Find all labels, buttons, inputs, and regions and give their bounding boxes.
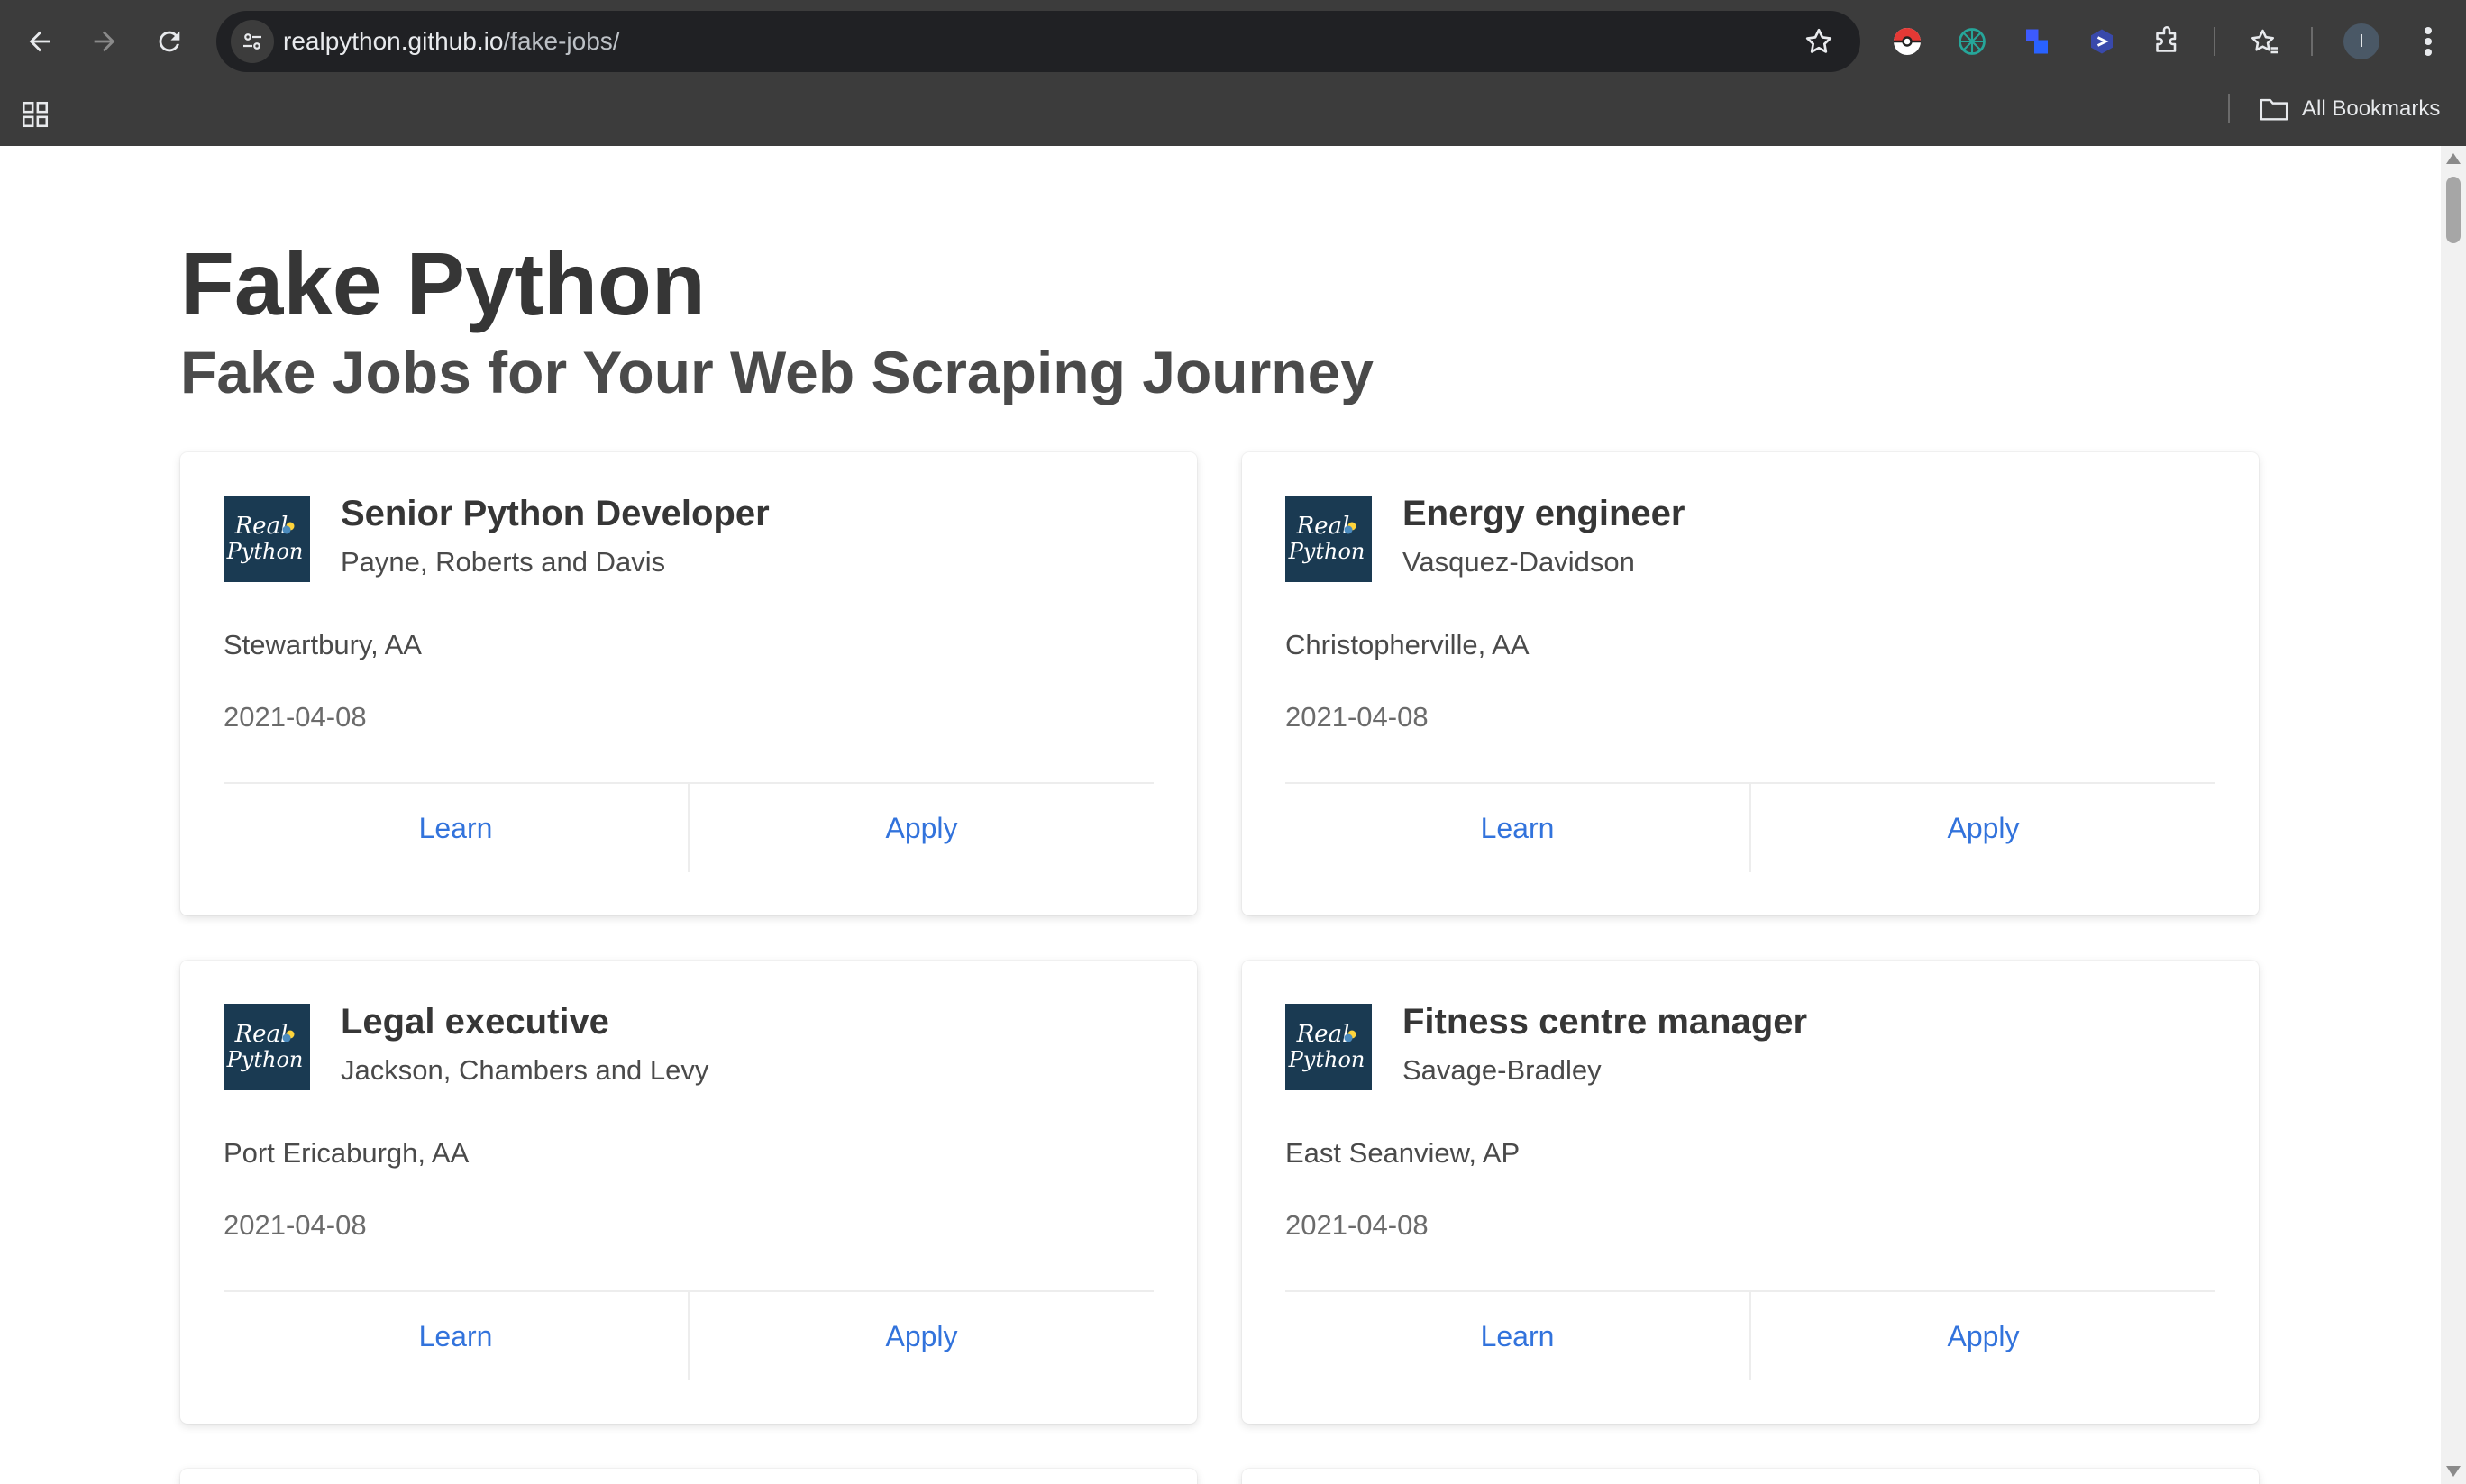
job-location: East Seanview, AP — [1285, 1137, 1521, 1169]
python-dot-blue — [1344, 525, 1353, 534]
python-dot-blue — [1344, 1033, 1353, 1042]
hexagon-extension-icon — [2091, 29, 2113, 54]
logo-text-line2: Python — [226, 1047, 304, 1072]
logo-text-line1: Real — [1296, 513, 1350, 540]
toolbar-divider — [2214, 27, 2215, 56]
url-path: /fake-jobs/ — [503, 27, 620, 55]
all-bookmarks-label: All Bookmarks — [2302, 96, 2441, 121]
folder-icon — [2260, 98, 2288, 121]
learn-link[interactable]: Learn — [1285, 1292, 1749, 1380]
apply-link[interactable]: Apply — [688, 1292, 1154, 1380]
pokeball-extension-button[interactable] — [1889, 22, 1925, 61]
learn-link[interactable]: Learn — [224, 784, 688, 872]
reading-list-button[interactable] — [2246, 22, 2282, 61]
logo-text-line1: Real — [1296, 1021, 1350, 1048]
logo-text-line1: Real — [234, 1021, 288, 1048]
job-title: Legal executive — [341, 1002, 609, 1042]
card-footer: Learn Apply — [1285, 1290, 2215, 1380]
job-card-grid: Real Python Senior Python Developer Payn… — [180, 452, 2259, 1484]
card-footer: Learn Apply — [224, 782, 1154, 872]
posted-date: 2021-04-08 — [1285, 1209, 1429, 1241]
toolbar-divider — [2311, 27, 2313, 56]
job-title: Senior Python Developer — [341, 494, 770, 533]
scroll-down-arrow-icon[interactable] — [2446, 1466, 2461, 1477]
job-location: Port Ericaburgh, AA — [224, 1137, 470, 1169]
company-name: Vasquez-Davidson — [1402, 546, 1635, 578]
page-scrollbar[interactable] — [2441, 146, 2466, 1484]
job-card: Real Python Energy engineer Vasquez-Davi… — [1242, 452, 2259, 915]
logo-text-line2: Python — [226, 539, 304, 564]
url-host: realpython.github.io — [283, 27, 504, 55]
site-settings-button[interactable] — [231, 20, 274, 63]
page-title: Fake Python — [180, 234, 706, 333]
back-arrow-icon — [29, 31, 50, 52]
forward-button[interactable] — [79, 16, 130, 67]
reading-list-icon — [2251, 29, 2278, 54]
job-card-partial — [180, 1469, 1197, 1484]
extensions-button[interactable] — [2149, 22, 2185, 61]
browser-toolbar: realpython.github.io/fake-jobs/ I — [0, 0, 2466, 83]
job-card: Real Python Senior Python Developer Payn… — [180, 452, 1197, 915]
pokeball-extension-icon — [1894, 28, 1921, 55]
all-bookmarks-button[interactable]: All Bookmarks — [2259, 94, 2440, 124]
posted-date: 2021-04-08 — [224, 1209, 367, 1241]
job-location: Stewartbury, AA — [224, 629, 422, 660]
more-menu-icon[interactable] — [2414, 23, 2443, 59]
job-card-partial — [1242, 1469, 2259, 1484]
company-logo: Real Python — [1285, 496, 1372, 582]
learn-link[interactable]: Learn — [224, 1292, 688, 1380]
forward-arrow-icon — [94, 31, 115, 52]
job-card: Real Python Fitness centre manager Savag… — [1242, 961, 2259, 1424]
reload-button[interactable] — [144, 16, 195, 67]
reload-icon — [159, 31, 180, 52]
job-title: Fitness centre manager — [1402, 1002, 1808, 1042]
company-name: Savage-Bradley — [1402, 1054, 1602, 1086]
site-settings-icon — [243, 33, 261, 50]
network-extension-icon — [1959, 28, 1986, 55]
company-logo: Real Python — [224, 1004, 310, 1090]
network-extension-button[interactable] — [1954, 22, 1990, 61]
card-footer: Learn Apply — [1285, 782, 2215, 872]
url-text[interactable]: realpython.github.io/fake-jobs/ — [283, 25, 620, 58]
back-button[interactable] — [14, 16, 65, 67]
browser-chrome: realpython.github.io/fake-jobs/ I All Bo… — [0, 0, 2466, 146]
python-dot-blue — [282, 525, 291, 534]
bookmarks-bar — [0, 83, 2466, 146]
blue-squares-extension-button[interactable] — [2019, 22, 2055, 61]
scroll-up-arrow-icon[interactable] — [2446, 153, 2461, 164]
logo-text-line2: Python — [1288, 1047, 1365, 1072]
job-card: Real Python Legal executive Jackson, Cha… — [180, 961, 1197, 1424]
python-dot-blue — [282, 1033, 291, 1042]
posted-date: 2021-04-08 — [224, 701, 367, 733]
logo-text-line2: Python — [1288, 539, 1365, 564]
hexagon-extension-button[interactable] — [2084, 22, 2120, 61]
profile-avatar[interactable]: I — [2343, 23, 2379, 59]
company-logo: Real Python — [1285, 1004, 1372, 1090]
company-name: Jackson, Chambers and Levy — [341, 1054, 709, 1086]
page-content: Fake Python Fake Jobs for Your Web Scrap… — [0, 146, 2441, 1484]
card-footer: Learn Apply — [224, 1290, 1154, 1380]
job-title: Energy engineer — [1402, 494, 1685, 533]
apply-link[interactable]: Apply — [1749, 784, 2215, 872]
extensions-puzzle-icon — [2156, 26, 2177, 52]
logo-text-line1: Real — [234, 513, 288, 540]
company-name: Payne, Roberts and Davis — [341, 546, 666, 578]
bookmarks-divider — [2228, 94, 2230, 123]
job-location: Christopherville, AA — [1285, 629, 1530, 660]
posted-date: 2021-04-08 — [1285, 701, 1429, 733]
page-subtitle: Fake Jobs for Your Web Scraping Journey — [180, 339, 1374, 405]
blue-squares-extension-icon — [2026, 29, 2048, 54]
bookmark-star-icon[interactable] — [1803, 25, 1835, 58]
learn-link[interactable]: Learn — [1285, 784, 1749, 872]
address-bar[interactable]: realpython.github.io/fake-jobs/ — [216, 11, 1860, 72]
company-logo: Real Python — [224, 496, 310, 582]
scrollbar-thumb[interactable] — [2446, 177, 2461, 243]
apply-link[interactable]: Apply — [688, 784, 1154, 872]
apps-grid-icon[interactable] — [20, 99, 50, 130]
apply-link[interactable]: Apply — [1749, 1292, 2215, 1380]
